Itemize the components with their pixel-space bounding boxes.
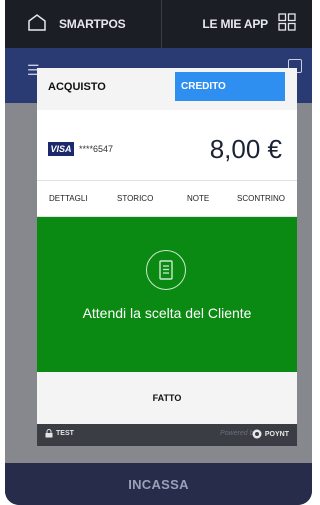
done-button[interactable]: FATTO — [37, 372, 297, 424]
tab-details[interactable]: DETTAGLI — [49, 194, 88, 203]
test-label: TEST — [56, 430, 74, 437]
tab-notes[interactable]: NOTE — [187, 194, 209, 203]
transaction-type-title: ACQUISTO — [48, 81, 106, 93]
done-label: FATTO — [152, 393, 182, 403]
transaction-amount: 8,00 € — [209, 134, 282, 164]
my-apps-label: LE MIE APP — [202, 17, 268, 31]
card-summary: VISA ****6547 8,00 € — [37, 110, 297, 180]
transaction-tabs: DETTAGLI STORICO NOTE SCONTRINO — [37, 180, 297, 217]
tab-receipt[interactable]: SCONTRINO — [237, 194, 285, 203]
masked-card-number: ****6547 — [79, 144, 114, 154]
credit-button[interactable]: CREDITO — [175, 72, 285, 101]
apps-grid-icon — [278, 12, 296, 36]
smartpos-home-button[interactable]: SMARTPOS — [5, 0, 162, 48]
status-panel: Attendi la scelta del Cliente — [37, 217, 297, 372]
modal-footer: TEST Powered by POYNT — [37, 424, 297, 446]
top-navigation-bar: SMARTPOS LE MIE APP — [5, 0, 312, 48]
home-icon — [27, 13, 47, 36]
poynt-label: POYNT — [264, 430, 289, 438]
incassa-label: INCASSA — [128, 476, 189, 492]
poynt-logo-icon — [252, 429, 262, 439]
status-message: Attendi la scelta del Cliente — [82, 305, 252, 321]
modal-header: ACQUISTO CREDITO — [37, 68, 297, 110]
incassa-button[interactable]: INCASSA — [5, 463, 312, 505]
poynt-brand: POYNT — [252, 429, 289, 439]
receipt-icon — [146, 250, 186, 290]
payment-modal: ACQUISTO CREDITO VISA ****6547 8,00 € DE… — [37, 68, 297, 446]
visa-logo-icon: VISA — [48, 142, 74, 156]
test-mode-indicator: TEST — [45, 429, 74, 438]
smartpos-label: SMARTPOS — [59, 17, 126, 31]
my-apps-button[interactable]: LE MIE APP — [162, 0, 312, 48]
lock-icon — [45, 429, 53, 438]
tab-history[interactable]: STORICO — [117, 194, 153, 203]
